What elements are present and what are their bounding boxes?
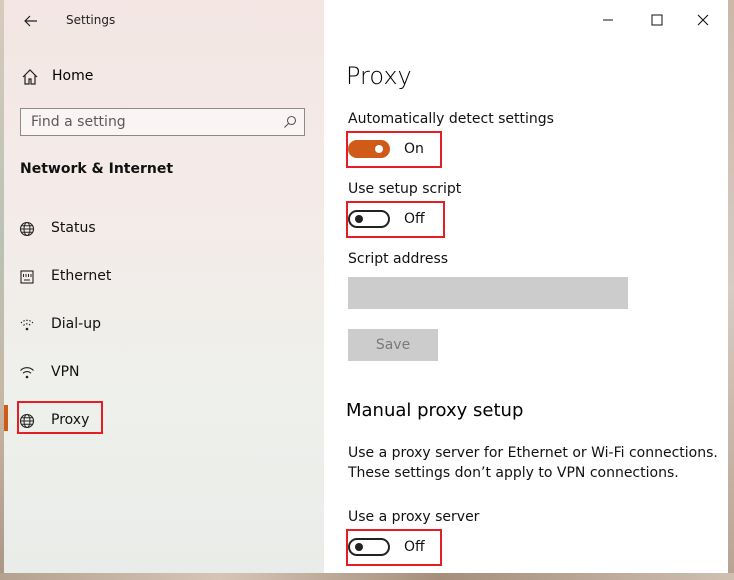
auto-detect-toggle[interactable] [348, 140, 390, 158]
manual-proxy-title: Manual proxy setup [346, 400, 524, 421]
auto-detect-state: On [404, 141, 424, 157]
sidebar-item-home[interactable]: Home [4, 62, 324, 92]
sidebar-item-ethernet[interactable]: Ethernet [4, 261, 324, 293]
proxy-server-state: Off [404, 539, 425, 555]
sidebar-item-vpn[interactable]: VPN [4, 357, 324, 389]
ethernet-icon [20, 270, 34, 284]
vpn-icon [20, 367, 34, 379]
sidebar: Settings Home Find a setting Network & I… [4, 0, 324, 573]
globe-icon [19, 221, 35, 237]
back-button[interactable] [18, 8, 44, 34]
settings-window: Settings Home Find a setting Network & I… [4, 0, 728, 573]
manual-proxy-description-2: These settings don’t apply to VPN connec… [348, 465, 679, 481]
sidebar-item-label: Home [52, 68, 94, 84]
wallpaper-bottom [0, 573, 734, 580]
save-button[interactable]: Save [348, 329, 438, 361]
setup-script-label: Use setup script [348, 181, 462, 197]
setup-script-toggle[interactable] [348, 210, 390, 228]
auto-detect-label: Automatically detect settings [348, 111, 554, 127]
script-address-label: Script address [348, 251, 449, 267]
page-title: Proxy [346, 62, 412, 90]
app-title: Settings [66, 13, 116, 27]
section-title: Network & Internet [20, 161, 174, 177]
sidebar-item-label: Ethernet [51, 268, 112, 284]
search-placeholder: Find a setting [31, 114, 126, 130]
sidebar-item-proxy[interactable]: Proxy [4, 405, 324, 437]
setup-script-state: Off [404, 211, 425, 227]
manual-proxy-description: Use a proxy server for Ethernet or Wi-Fi… [348, 445, 718, 461]
sidebar-item-status[interactable]: Status [4, 213, 324, 245]
proxy-server-toggle[interactable] [348, 538, 390, 556]
toggle-knob [375, 145, 383, 153]
toggle-knob [355, 543, 363, 551]
search-icon [284, 115, 297, 128]
main-content: Proxy Automatically detect settings On U… [324, 0, 728, 573]
search-input[interactable]: Find a setting [20, 108, 305, 136]
toggle-knob [355, 215, 363, 223]
home-icon [22, 69, 38, 85]
proxy-server-label: Use a proxy server [348, 509, 480, 525]
dialup-icon [20, 319, 34, 331]
script-address-input[interactable] [348, 277, 628, 309]
wallpaper-right [728, 0, 734, 580]
sidebar-item-label: Proxy [51, 412, 90, 428]
sidebar-item-dial-up[interactable]: Dial-up [4, 309, 324, 341]
back-arrow-icon [24, 15, 37, 27]
sidebar-item-label: Dial-up [51, 316, 101, 332]
globe-icon [19, 413, 35, 429]
sidebar-item-label: VPN [51, 364, 80, 380]
sidebar-item-label: Status [51, 220, 96, 236]
